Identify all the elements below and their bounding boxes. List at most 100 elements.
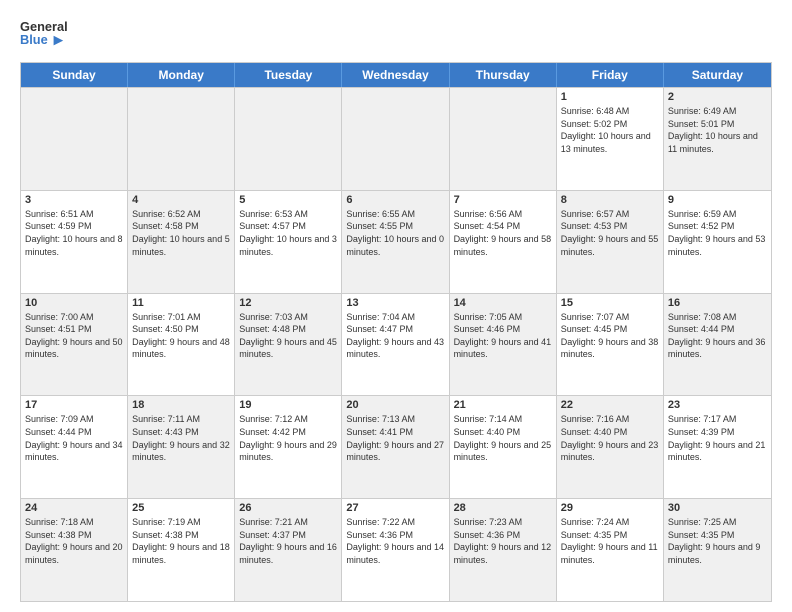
- day-info: Sunrise: 7:24 AM Sunset: 4:35 PM Dayligh…: [561, 516, 659, 566]
- day-cell-3: 3 Sunrise: 6:51 AM Sunset: 4:59 PM Daylig…: [21, 191, 128, 293]
- day-cell-22: 22 Sunrise: 7:16 AM Sunset: 4:40 PM Dayli…: [557, 396, 664, 498]
- day-cell-23: 23 Sunrise: 7:17 AM Sunset: 4:39 PM Dayli…: [664, 396, 771, 498]
- day-cell-18: 18 Sunrise: 7:11 AM Sunset: 4:43 PM Dayli…: [128, 396, 235, 498]
- day-number: 10: [25, 297, 123, 309]
- day-number: 11: [132, 297, 230, 309]
- day-number: 22: [561, 399, 659, 411]
- logo-svg: General Blue: [20, 16, 68, 54]
- day-cell-5: 5 Sunrise: 6:53 AM Sunset: 4:57 PM Daylig…: [235, 191, 342, 293]
- day-info: Sunrise: 6:55 AM Sunset: 4:55 PM Dayligh…: [346, 208, 444, 258]
- empty-cell: [450, 88, 557, 190]
- day-number: 30: [668, 502, 767, 514]
- page: General Blue SundayMondayTuesdayWednesda…: [0, 0, 792, 612]
- header-day-wednesday: Wednesday: [342, 63, 449, 87]
- header-day-sunday: Sunday: [21, 63, 128, 87]
- day-info: Sunrise: 6:49 AM Sunset: 5:01 PM Dayligh…: [668, 105, 767, 155]
- day-cell-24: 24 Sunrise: 7:18 AM Sunset: 4:38 PM Dayli…: [21, 499, 128, 601]
- day-cell-25: 25Sunrise: 7:19 AM Sunset: 4:38 PM Dayli…: [128, 499, 235, 601]
- day-cell-17: 17Sunrise: 7:09 AM Sunset: 4:44 PM Dayli…: [21, 396, 128, 498]
- day-info: Sunrise: 7:05 AM Sunset: 4:46 PM Dayligh…: [454, 311, 552, 361]
- day-number: 24: [25, 502, 123, 514]
- day-info: Sunrise: 7:03 AM Sunset: 4:48 PM Dayligh…: [239, 311, 337, 361]
- day-info: Sunrise: 7:14 AM Sunset: 4:40 PM Dayligh…: [454, 413, 552, 463]
- logo: General Blue: [20, 16, 68, 54]
- day-number: 9: [668, 194, 767, 206]
- day-info: Sunrise: 7:12 AM Sunset: 4:42 PM Dayligh…: [239, 413, 337, 463]
- day-cell-13: 13 Sunrise: 7:04 AM Sunset: 4:47 PM Dayli…: [342, 294, 449, 396]
- day-cell-14: 14 Sunrise: 7:05 AM Sunset: 4:46 PM Dayli…: [450, 294, 557, 396]
- day-number: 8: [561, 194, 659, 206]
- day-info: Sunrise: 7:07 AM Sunset: 4:45 PM Dayligh…: [561, 311, 659, 361]
- day-number: 1: [561, 91, 659, 103]
- empty-cell: [128, 88, 235, 190]
- day-info: Sunrise: 7:16 AM Sunset: 4:40 PM Dayligh…: [561, 413, 659, 463]
- calendar-row-4: 24 Sunrise: 7:18 AM Sunset: 4:38 PM Dayli…: [21, 498, 771, 601]
- day-info: Sunrise: 7:17 AM Sunset: 4:39 PM Dayligh…: [668, 413, 767, 463]
- day-info: Sunrise: 6:53 AM Sunset: 4:57 PM Dayligh…: [239, 208, 337, 258]
- day-cell-15: 15 Sunrise: 7:07 AM Sunset: 4:45 PM Dayli…: [557, 294, 664, 396]
- day-cell-28: 28Sunrise: 7:23 AM Sunset: 4:36 PM Dayli…: [450, 499, 557, 601]
- header: General Blue: [20, 16, 772, 54]
- day-number: 18: [132, 399, 230, 411]
- day-info: Sunrise: 7:13 AM Sunset: 4:41 PM Dayligh…: [346, 413, 444, 463]
- day-info: Sunrise: 7:11 AM Sunset: 4:43 PM Dayligh…: [132, 413, 230, 463]
- day-cell-9: 9 Sunrise: 6:59 AM Sunset: 4:52 PM Daylig…: [664, 191, 771, 293]
- day-cell-20: 20 Sunrise: 7:13 AM Sunset: 4:41 PM Dayli…: [342, 396, 449, 498]
- day-cell-11: 11 Sunrise: 7:01 AM Sunset: 4:50 PM Dayli…: [128, 294, 235, 396]
- day-number: 5: [239, 194, 337, 206]
- day-info: Sunrise: 6:59 AM Sunset: 4:52 PM Dayligh…: [668, 208, 767, 258]
- day-number: 13: [346, 297, 444, 309]
- header-day-thursday: Thursday: [450, 63, 557, 87]
- calendar-header: SundayMondayTuesdayWednesdayThursdayFrid…: [21, 63, 771, 87]
- day-number: 6: [346, 194, 444, 206]
- day-number: 14: [454, 297, 552, 309]
- day-number: 4: [132, 194, 230, 206]
- day-cell-26: 26 Sunrise: 7:21 AM Sunset: 4:37 PM Dayli…: [235, 499, 342, 601]
- calendar-row-2: 10 Sunrise: 7:00 AM Sunset: 4:51 PM Dayli…: [21, 293, 771, 396]
- day-number: 3: [25, 194, 123, 206]
- day-cell-29: 29 Sunrise: 7:24 AM Sunset: 4:35 PM Dayli…: [557, 499, 664, 601]
- day-cell-8: 8 Sunrise: 6:57 AM Sunset: 4:53 PM Daylig…: [557, 191, 664, 293]
- calendar: SundayMondayTuesdayWednesdayThursdayFrid…: [20, 62, 772, 602]
- day-number: 27: [346, 502, 444, 514]
- day-info: Sunrise: 6:51 AM Sunset: 4:59 PM Dayligh…: [25, 208, 123, 258]
- day-info: Sunrise: 7:04 AM Sunset: 4:47 PM Dayligh…: [346, 311, 444, 361]
- day-cell-21: 21 Sunrise: 7:14 AM Sunset: 4:40 PM Dayli…: [450, 396, 557, 498]
- day-info: Sunrise: 6:56 AM Sunset: 4:54 PM Dayligh…: [454, 208, 552, 258]
- day-info: Sunrise: 7:22 AM Sunset: 4:36 PM Dayligh…: [346, 516, 444, 566]
- day-number: 2: [668, 91, 767, 103]
- header-day-monday: Monday: [128, 63, 235, 87]
- day-info: Sunrise: 7:18 AM Sunset: 4:38 PM Dayligh…: [25, 516, 123, 566]
- day-cell-6: 6 Sunrise: 6:55 AM Sunset: 4:55 PM Daylig…: [342, 191, 449, 293]
- day-number: 12: [239, 297, 337, 309]
- day-number: 16: [668, 297, 767, 309]
- day-info: Sunrise: 7:09 AM Sunset: 4:44 PM Dayligh…: [25, 413, 123, 463]
- day-cell-19: 19Sunrise: 7:12 AM Sunset: 4:42 PM Dayli…: [235, 396, 342, 498]
- day-number: 28: [454, 502, 552, 514]
- day-cell-1: 1Sunrise: 6:48 AM Sunset: 5:02 PM Daylig…: [557, 88, 664, 190]
- day-info: Sunrise: 7:00 AM Sunset: 4:51 PM Dayligh…: [25, 311, 123, 361]
- day-cell-2: 2 Sunrise: 6:49 AM Sunset: 5:01 PM Daylig…: [664, 88, 771, 190]
- empty-cell: [21, 88, 128, 190]
- empty-cell: [342, 88, 449, 190]
- empty-cell: [235, 88, 342, 190]
- calendar-body: 1Sunrise: 6:48 AM Sunset: 5:02 PM Daylig…: [21, 87, 771, 601]
- day-cell-4: 4Sunrise: 6:52 AM Sunset: 4:58 PM Daylig…: [128, 191, 235, 293]
- day-number: 20: [346, 399, 444, 411]
- day-cell-27: 27 Sunrise: 7:22 AM Sunset: 4:36 PM Dayli…: [342, 499, 449, 601]
- day-cell-16: 16 Sunrise: 7:08 AM Sunset: 4:44 PM Dayli…: [664, 294, 771, 396]
- day-cell-10: 10 Sunrise: 7:00 AM Sunset: 4:51 PM Dayli…: [21, 294, 128, 396]
- day-number: 23: [668, 399, 767, 411]
- calendar-row-0: 1Sunrise: 6:48 AM Sunset: 5:02 PM Daylig…: [21, 87, 771, 190]
- day-info: Sunrise: 7:08 AM Sunset: 4:44 PM Dayligh…: [668, 311, 767, 361]
- day-number: 21: [454, 399, 552, 411]
- day-number: 29: [561, 502, 659, 514]
- day-number: 26: [239, 502, 337, 514]
- day-cell-30: 30Sunrise: 7:25 AM Sunset: 4:35 PM Dayli…: [664, 499, 771, 601]
- day-info: Sunrise: 6:57 AM Sunset: 4:53 PM Dayligh…: [561, 208, 659, 258]
- day-cell-12: 12 Sunrise: 7:03 AM Sunset: 4:48 PM Dayli…: [235, 294, 342, 396]
- day-info: Sunrise: 7:21 AM Sunset: 4:37 PM Dayligh…: [239, 516, 337, 566]
- day-info: Sunrise: 7:01 AM Sunset: 4:50 PM Dayligh…: [132, 311, 230, 361]
- day-number: 15: [561, 297, 659, 309]
- day-number: 7: [454, 194, 552, 206]
